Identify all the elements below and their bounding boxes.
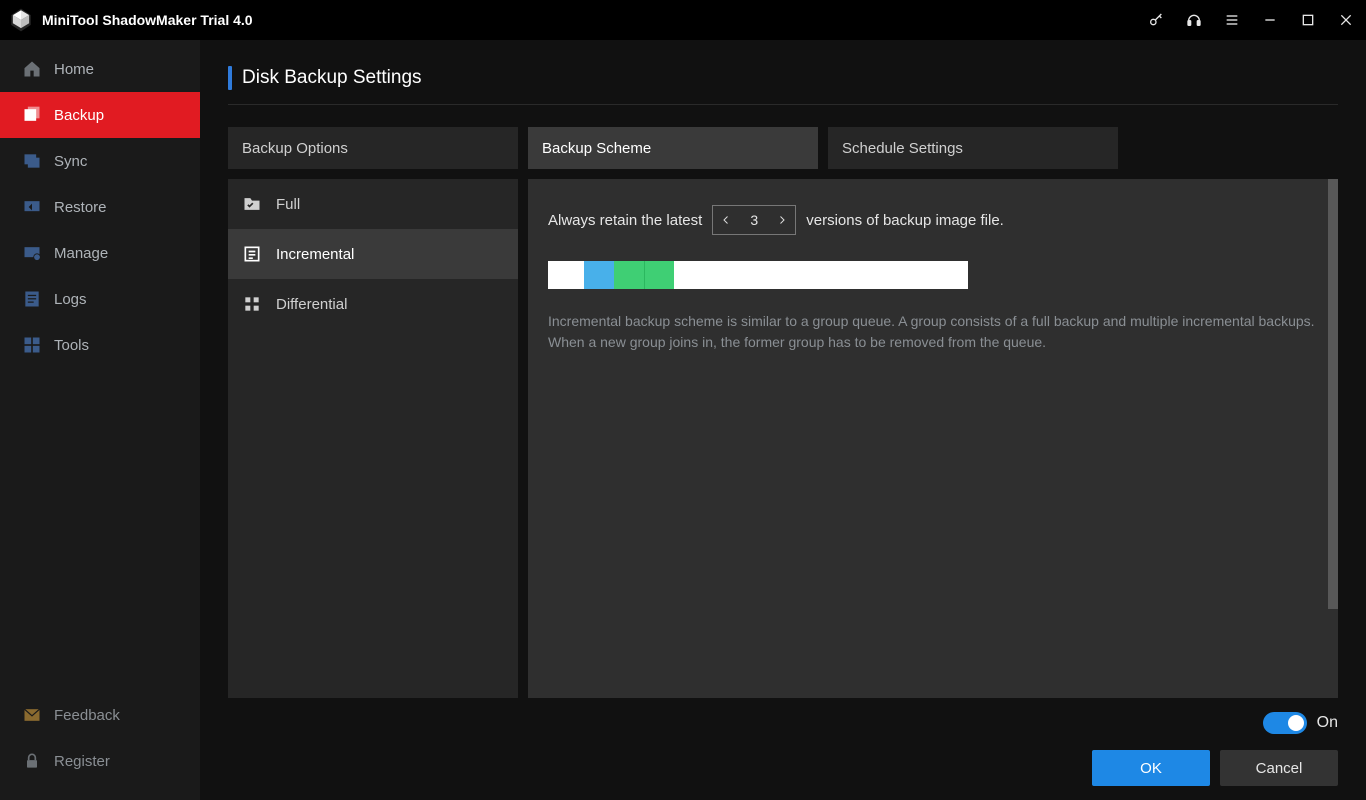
scheme-item-incremental[interactable]: Incremental [228, 229, 518, 279]
restore-icon [22, 197, 42, 217]
tabs-row: Backup Options Backup Scheme Schedule Se… [200, 113, 1366, 169]
viz-incremental-segment [644, 261, 674, 289]
folder-check-icon [242, 194, 262, 214]
scheme-description: Incremental backup scheme is similar to … [548, 311, 1318, 353]
tab-schedule-settings[interactable]: Schedule Settings [828, 127, 1118, 169]
sidebar-item-manage[interactable]: Manage [0, 230, 200, 276]
version-stepper: 3 [712, 205, 796, 235]
retain-prefix: Always retain the latest [548, 212, 702, 229]
app-title: MiniTool ShadowMaker Trial 4.0 [42, 12, 253, 28]
accent-bar [228, 66, 232, 90]
page-title: Disk Backup Settings [242, 67, 422, 89]
logs-icon [22, 289, 42, 309]
sidebar-item-label: Sync [54, 153, 87, 170]
incremental-icon [242, 244, 262, 264]
cancel-button[interactable]: Cancel [1220, 750, 1338, 786]
stepper-increase[interactable] [769, 206, 795, 234]
sidebar-item-restore[interactable]: Restore [0, 184, 200, 230]
stepper-value: 3 [739, 212, 769, 228]
sidebar-item-label: Restore [54, 199, 107, 216]
sidebar-item-label: Register [54, 753, 110, 770]
sidebar-item-tools[interactable]: Tools [0, 322, 200, 368]
register-icon [22, 751, 42, 771]
key-icon[interactable] [1144, 8, 1168, 32]
scrollbar[interactable] [1328, 179, 1338, 609]
sidebar-item-label: Logs [54, 291, 87, 308]
sidebar-item-label: Manage [54, 245, 108, 262]
sidebar-item-label: Home [54, 61, 94, 78]
detail-inner: Always retain the latest 3 versions of b… [528, 179, 1338, 379]
viz-gap [548, 261, 584, 289]
stepper-decrease[interactable] [713, 206, 739, 234]
toggle-row: On [1263, 712, 1338, 734]
scheme-list: Full Incremental Differential [228, 179, 518, 698]
sidebar-item-sync[interactable]: Sync [0, 138, 200, 184]
content-row: Full Incremental Differential [200, 169, 1366, 698]
scheme-item-label: Incremental [276, 246, 354, 263]
sidebar-item-label: Tools [54, 337, 89, 354]
page-header-wrap: Disk Backup Settings [200, 40, 1366, 113]
differential-icon [242, 294, 262, 314]
title-left: MiniTool ShadowMaker Trial 4.0 [8, 7, 253, 33]
nav-bottom: Feedback Register [0, 692, 200, 800]
app-logo-icon [8, 7, 34, 33]
backup-visualization [548, 261, 968, 289]
backup-icon [22, 105, 42, 125]
minimize-icon[interactable] [1258, 8, 1282, 32]
scheme-item-label: Full [276, 196, 300, 213]
detail-panel: Always retain the latest 3 versions of b… [528, 179, 1338, 698]
feedback-icon [22, 705, 42, 725]
button-row: OK Cancel [1092, 750, 1338, 786]
main: Disk Backup Settings Backup Options Back… [200, 40, 1366, 800]
scheme-item-full[interactable]: Full [228, 179, 518, 229]
ok-button[interactable]: OK [1092, 750, 1210, 786]
tab-backup-options[interactable]: Backup Options [228, 127, 518, 169]
toggle-label: On [1317, 714, 1338, 732]
page-header: Disk Backup Settings [228, 66, 1338, 105]
close-icon[interactable] [1334, 8, 1358, 32]
maximize-icon[interactable] [1296, 8, 1320, 32]
nav-top: Home Backup Sync Restore Manage [0, 40, 200, 692]
home-icon [22, 59, 42, 79]
retain-line: Always retain the latest 3 versions of b… [548, 205, 1318, 235]
viz-full-segment [584, 261, 614, 289]
sidebar-item-feedback[interactable]: Feedback [0, 692, 200, 738]
titlebar: MiniTool ShadowMaker Trial 4.0 [0, 0, 1366, 40]
sidebar: Home Backup Sync Restore Manage [0, 40, 200, 800]
viz-incremental-segment [614, 261, 644, 289]
sidebar-item-label: Backup [54, 107, 104, 124]
retain-suffix: versions of backup image file. [806, 212, 1004, 229]
app-window: MiniTool ShadowMaker Trial 4.0 Home Back… [0, 0, 1366, 800]
manage-icon [22, 243, 42, 263]
sync-icon [22, 151, 42, 171]
sidebar-item-label: Feedback [54, 707, 120, 724]
title-controls [1144, 8, 1358, 32]
sidebar-item-logs[interactable]: Logs [0, 276, 200, 322]
toggle-knob [1288, 715, 1304, 731]
tools-icon [22, 335, 42, 355]
scheme-item-label: Differential [276, 296, 347, 313]
footer: On OK Cancel [200, 698, 1366, 800]
headset-icon[interactable] [1182, 8, 1206, 32]
sidebar-item-home[interactable]: Home [0, 46, 200, 92]
tab-backup-scheme[interactable]: Backup Scheme [528, 127, 818, 169]
sidebar-item-backup[interactable]: Backup [0, 92, 200, 138]
menu-icon[interactable] [1220, 8, 1244, 32]
sidebar-item-register[interactable]: Register [0, 738, 200, 784]
body: Home Backup Sync Restore Manage [0, 40, 1366, 800]
scheme-item-differential[interactable]: Differential [228, 279, 518, 329]
scheme-toggle[interactable] [1263, 712, 1307, 734]
